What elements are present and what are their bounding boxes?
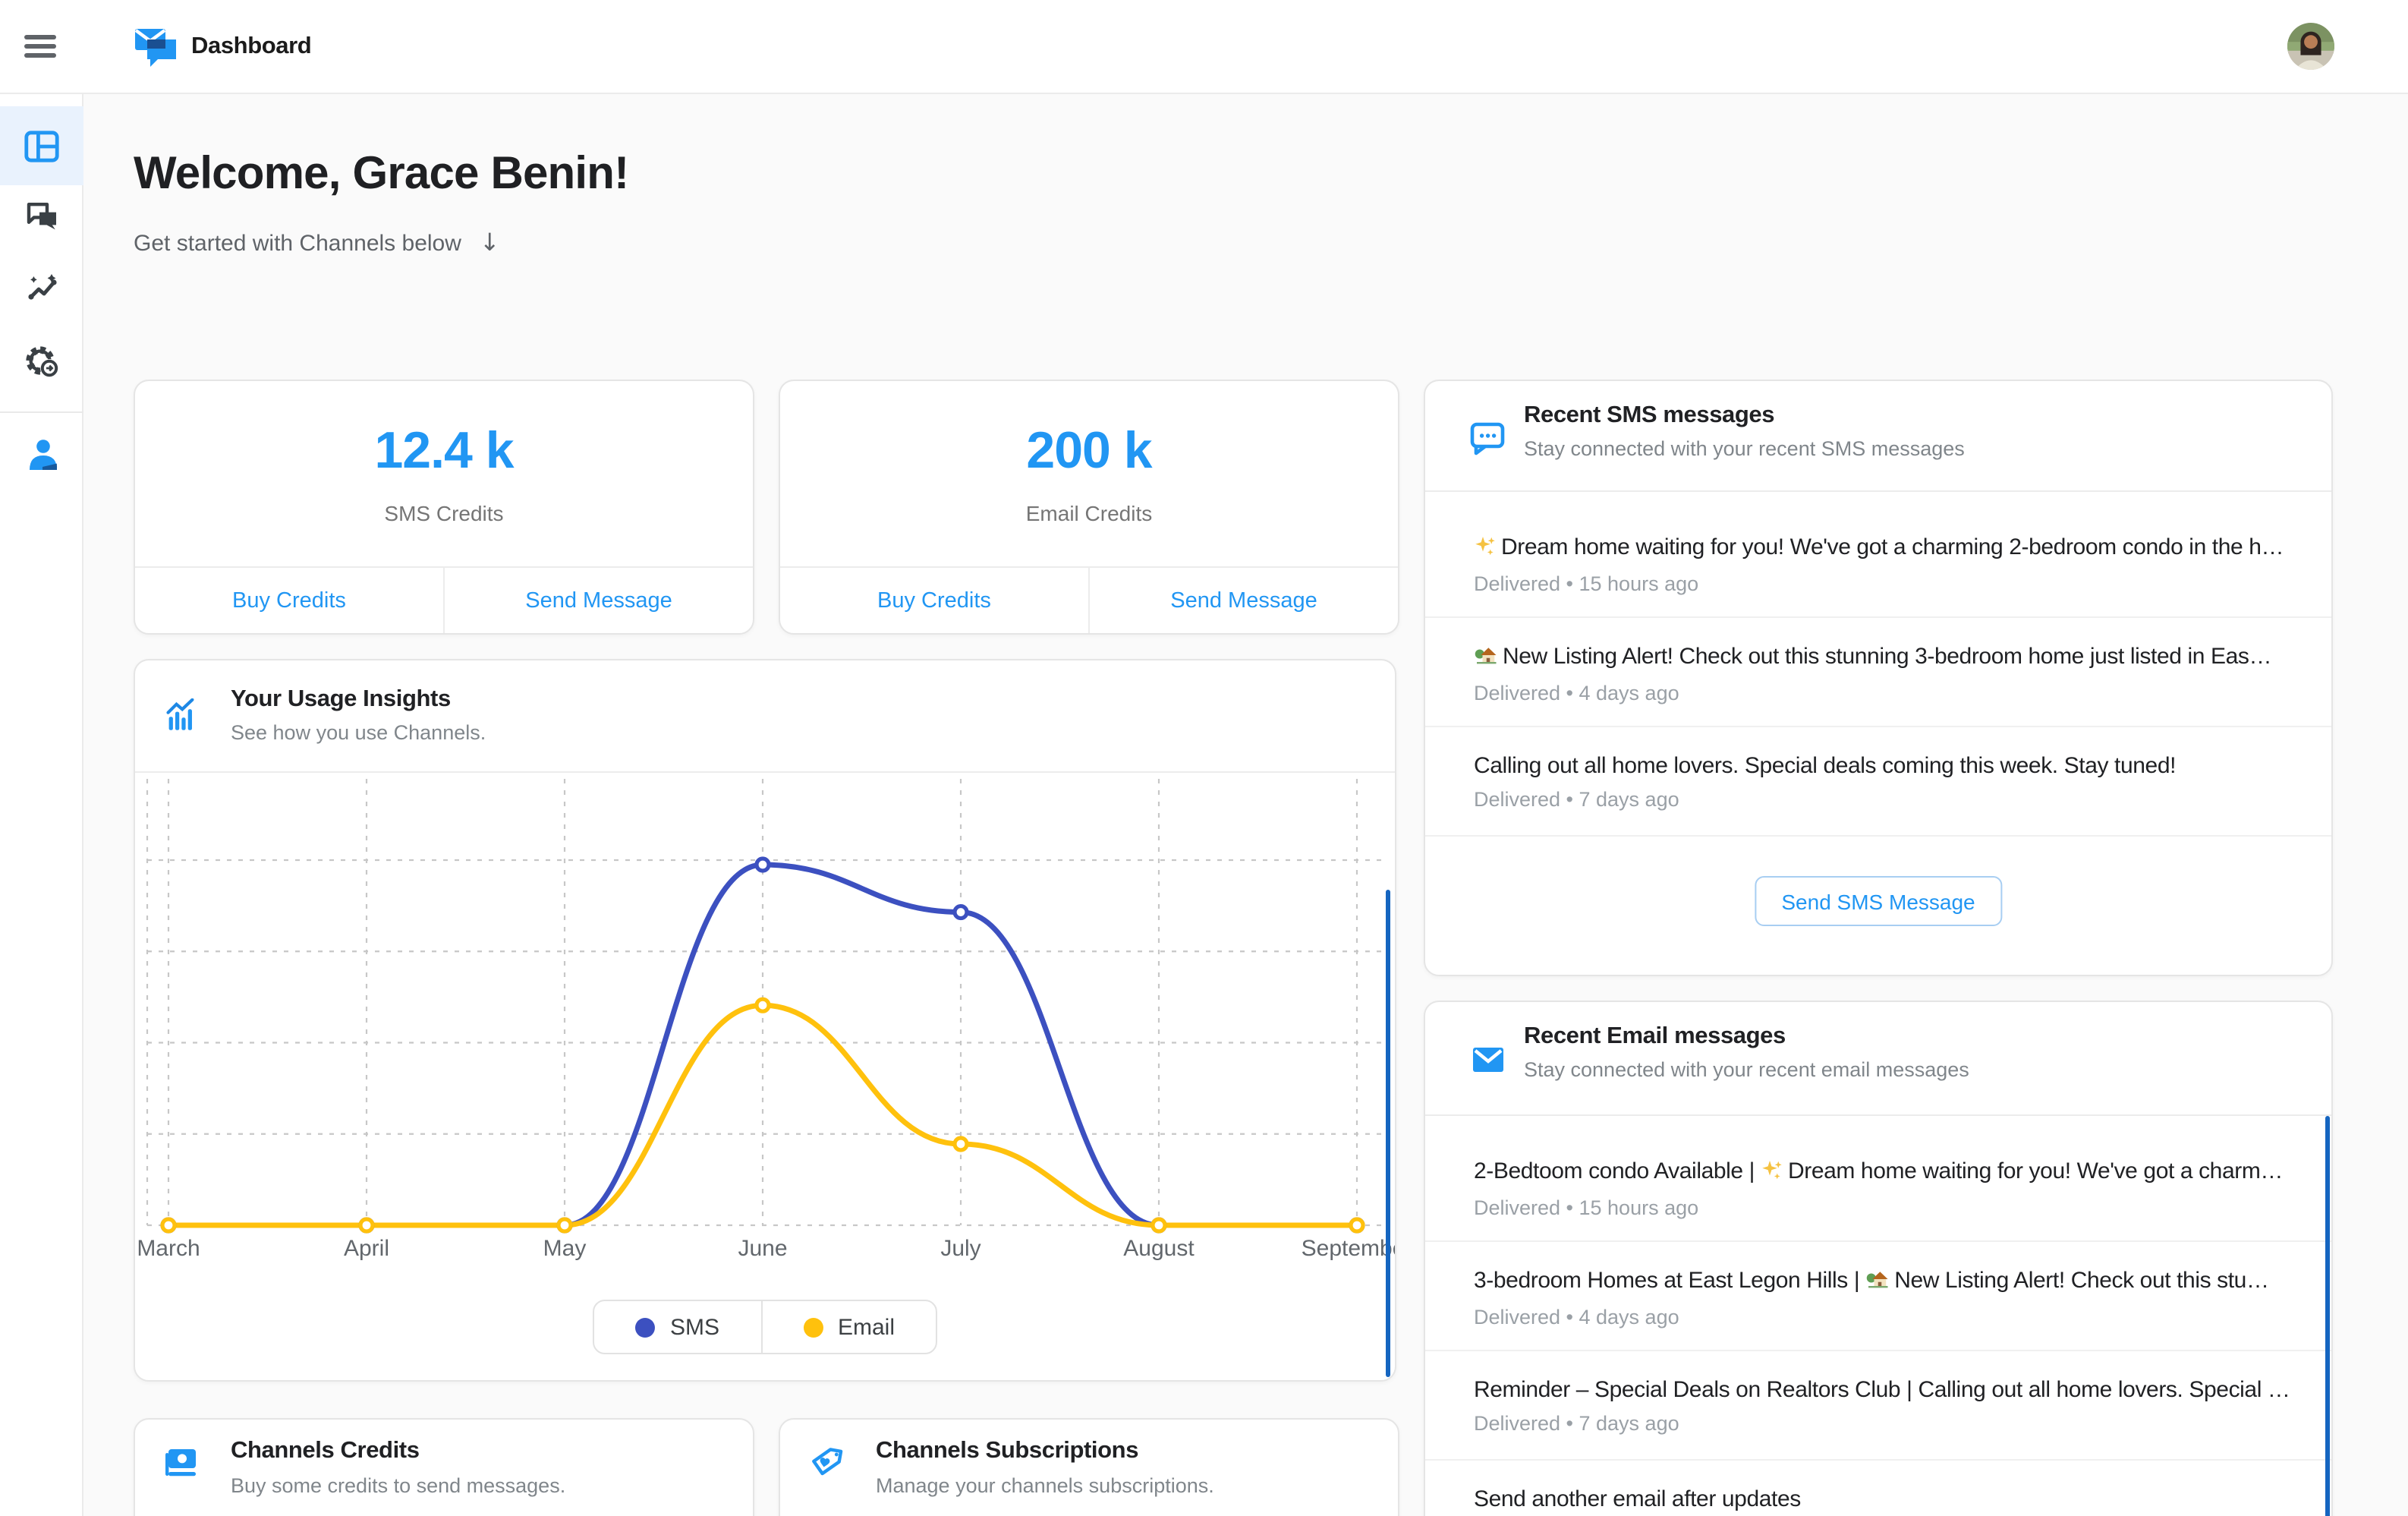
sms-message-list: Dream home waiting for you! We've got a … bbox=[1425, 492, 2331, 837]
email-legend-dot-icon bbox=[803, 1317, 823, 1337]
chart-card-scrollbar[interactable] bbox=[1385, 890, 1390, 1377]
sidebar-item-dashboard[interactable] bbox=[0, 106, 83, 185]
email-credits-card: 200 k Email Credits Buy Credits Send Mes… bbox=[779, 380, 1399, 635]
page-title: Dashboard bbox=[191, 33, 312, 59]
banknote-icon bbox=[164, 1445, 199, 1486]
channels-subscriptions-title: Channels Subscriptions bbox=[876, 1438, 1139, 1464]
email-message-text: Reminder – Special Deals on Realtors Clu… bbox=[1474, 1377, 2290, 1403]
usage-card-subtitle: See how you use Channels. bbox=[231, 721, 486, 744]
dashboard-layout-icon bbox=[24, 130, 59, 162]
profile-person-icon bbox=[29, 440, 57, 470]
welcome-heading: Welcome, Grace Benin! bbox=[134, 149, 629, 199]
sms-message-row[interactable]: Dream home waiting for you! We've got a … bbox=[1425, 492, 2331, 618]
sidebar-divider bbox=[0, 411, 83, 413]
arrow-down-icon: ↓ bbox=[479, 228, 500, 257]
email-message-row[interactable]: Send another email after updates bbox=[1425, 1461, 2331, 1516]
email-message-row[interactable]: 2-Bedtoom condo Available | Dream home w… bbox=[1425, 1116, 2331, 1242]
recent-sms-title: Recent SMS messages bbox=[1524, 402, 1775, 428]
svg-text:May: May bbox=[543, 1236, 587, 1261]
house-emoji-icon bbox=[1865, 1268, 1890, 1297]
sidebar-nav bbox=[0, 94, 83, 1516]
email-message-row[interactable]: Reminder – Special Deals on Realtors Clu… bbox=[1425, 1351, 2331, 1461]
svg-text:August: August bbox=[1123, 1236, 1195, 1261]
recent-sms-subtitle: Stay connected with your recent SMS mess… bbox=[1524, 437, 1965, 460]
hamburger-menu-icon[interactable] bbox=[24, 35, 58, 61]
app-logo-icon bbox=[134, 24, 179, 70]
email-list-scrollbar[interactable] bbox=[2325, 1116, 2330, 1516]
sms-credits-label: SMS Credits bbox=[384, 501, 504, 525]
sms-message-status: Delivered • 15 hours ago bbox=[1474, 572, 1699, 595]
send-sms-message-button[interactable]: Send SMS Message bbox=[1754, 876, 2003, 926]
bar-chart-icon bbox=[164, 698, 197, 739]
sidebar-item-conversations[interactable] bbox=[0, 176, 83, 255]
sms-bubble-icon bbox=[1469, 421, 1507, 465]
channels-credits-card[interactable]: Channels Credits Buy some credits to sen… bbox=[134, 1418, 754, 1516]
sidebar-item-profile[interactable] bbox=[0, 416, 83, 495]
sms-message-text: Calling out all home lovers. Special dea… bbox=[1474, 753, 2177, 779]
sms-message-row[interactable]: New Listing Alert! Check out this stunni… bbox=[1425, 618, 2331, 727]
email-message-row[interactable]: 3-bedroom Homes at East Legon Hills | Ne… bbox=[1425, 1242, 2331, 1351]
sms-send-message-button[interactable]: Send Message bbox=[445, 568, 753, 633]
email-message-text: 3-bedroom Homes at East Legon Hills | Ne… bbox=[1474, 1268, 2301, 1297]
usage-card-title: Your Usage Insights bbox=[231, 686, 451, 712]
email-message-status: Delivered • 7 days ago bbox=[1474, 1412, 1679, 1435]
svg-text:September: September bbox=[1302, 1236, 1396, 1261]
recent-email-card: Recent Email messages Stay connected wit… bbox=[1424, 1001, 2333, 1516]
insights-icon bbox=[27, 274, 56, 300]
email-send-message-button[interactable]: Send Message bbox=[1090, 568, 1398, 633]
dashboard-page: Dashboard Welcome, Grace Benin! Get star… bbox=[0, 0, 2408, 1516]
sms-legend-dot-icon bbox=[634, 1317, 655, 1337]
email-message-text: 2-Bedtoom condo Available | Dream home w… bbox=[1474, 1158, 2301, 1187]
sms-credits-card: 12.4 k SMS Credits Buy Credits Send Mess… bbox=[134, 380, 754, 635]
email-message-list: 2-Bedtoom condo Available | Dream home w… bbox=[1425, 1116, 2331, 1516]
email-buy-credits-button[interactable]: Buy Credits bbox=[780, 568, 1090, 633]
legend-item-sms[interactable]: SMS bbox=[594, 1301, 760, 1353]
svg-text:June: June bbox=[738, 1236, 787, 1261]
channels-credits-title: Channels Credits bbox=[231, 1438, 420, 1464]
recent-email-subtitle: Stay connected with your recent email me… bbox=[1524, 1058, 1969, 1081]
house-emoji-icon bbox=[1474, 644, 1498, 673]
chart-legend: SMS Email bbox=[592, 1300, 938, 1354]
recent-sms-card: Recent SMS messages Stay connected with … bbox=[1424, 380, 2333, 976]
email-credits-value: 200 k bbox=[1026, 422, 1152, 480]
sms-message-status: Delivered • 7 days ago bbox=[1474, 788, 1679, 811]
svg-text:July: July bbox=[940, 1236, 981, 1261]
sms-message-status: Delivered • 4 days ago bbox=[1474, 682, 1679, 704]
tag-heart-icon bbox=[809, 1445, 845, 1489]
sms-credits-value: 12.4 k bbox=[374, 422, 514, 480]
channels-subscriptions-card[interactable]: Channels Subscriptions Manage your chann… bbox=[779, 1418, 1399, 1516]
sms-message-row[interactable]: Calling out all home lovers. Special dea… bbox=[1425, 727, 2331, 837]
sparkles-emoji-icon bbox=[1474, 534, 1497, 563]
top-bar: Dashboard bbox=[0, 0, 2408, 94]
email-message-status: Delivered • 4 days ago bbox=[1474, 1306, 1679, 1328]
chat-icon bbox=[26, 203, 55, 230]
recent-email-title: Recent Email messages bbox=[1524, 1023, 1786, 1049]
sms-message-text: New Listing Alert! Check out this stunni… bbox=[1474, 644, 2301, 673]
usage-insights-card: Your Usage Insights See how you use Chan… bbox=[134, 659, 1396, 1382]
sms-card-footer: Send SMS Message bbox=[1425, 837, 2331, 976]
usage-chart-svg: March April May June July August September bbox=[137, 779, 1396, 1261]
sidebar-item-settings[interactable] bbox=[0, 322, 83, 401]
svg-text:March: March bbox=[137, 1236, 200, 1261]
channels-subscriptions-subtitle: Manage your channels subscriptions. bbox=[876, 1474, 1214, 1497]
sms-message-text: Dream home waiting for you! We've got a … bbox=[1474, 534, 2301, 563]
sparkles-emoji-icon bbox=[1761, 1158, 1783, 1187]
user-avatar[interactable] bbox=[2287, 23, 2334, 70]
usage-chart: March April May June July August September bbox=[135, 773, 1396, 1274]
email-envelope-icon bbox=[1469, 1042, 1507, 1086]
settings-sync-icon bbox=[26, 346, 58, 377]
email-message-status: Delivered • 15 hours ago bbox=[1474, 1196, 1699, 1219]
channels-credits-subtitle: Buy some credits to send messages. bbox=[231, 1474, 566, 1497]
email-message-text: Send another email after updates bbox=[1474, 1486, 1801, 1512]
welcome-subheading: Get started with Channels below ↓ bbox=[134, 228, 500, 257]
sms-buy-credits-button[interactable]: Buy Credits bbox=[135, 568, 445, 633]
legend-item-email[interactable]: Email bbox=[760, 1301, 936, 1353]
svg-text:April: April bbox=[344, 1236, 389, 1261]
sidebar-item-insights[interactable] bbox=[0, 249, 83, 328]
email-credits-label: Email Credits bbox=[1025, 501, 1153, 525]
